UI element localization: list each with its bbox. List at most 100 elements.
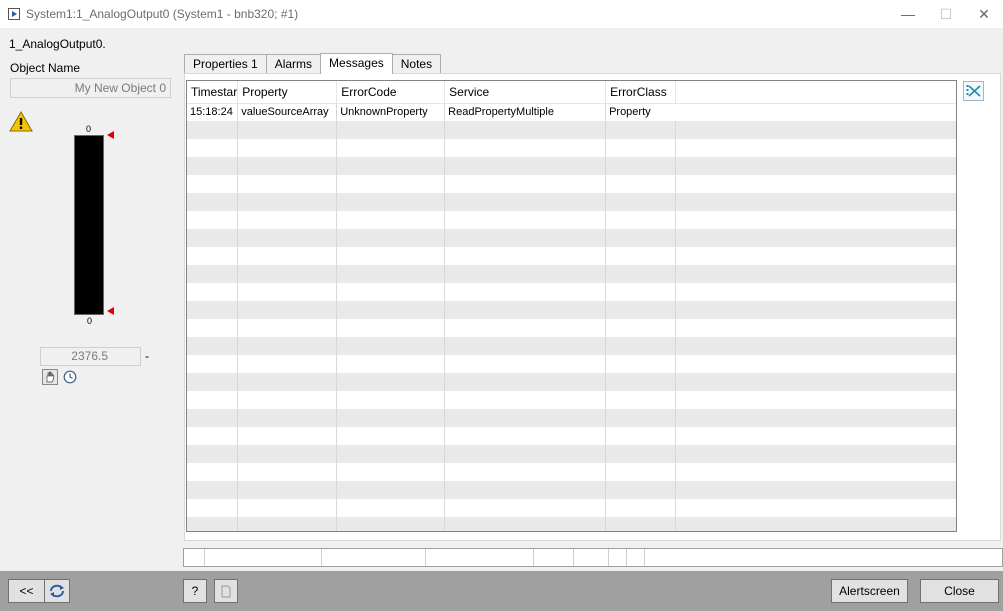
table-row[interactable] bbox=[187, 229, 956, 247]
empty-cell bbox=[187, 445, 239, 463]
table-row[interactable] bbox=[187, 517, 956, 531]
back-button[interactable]: << bbox=[8, 579, 45, 603]
document-button[interactable] bbox=[214, 579, 238, 603]
empty-cell bbox=[675, 121, 956, 139]
manual-override-button[interactable] bbox=[42, 369, 58, 385]
table-row[interactable] bbox=[187, 139, 956, 157]
tab-properties-1[interactable]: Properties 1 bbox=[184, 54, 267, 74]
help-button[interactable]: ? bbox=[183, 579, 207, 603]
column-header-errorcode[interactable]: ErrorCode bbox=[336, 81, 446, 104]
refresh-button[interactable] bbox=[44, 579, 70, 603]
table-row[interactable] bbox=[187, 337, 956, 355]
minimize-button[interactable]: — bbox=[889, 0, 927, 28]
empty-cell bbox=[237, 427, 338, 445]
table-row[interactable] bbox=[187, 301, 956, 319]
cell-service: ReadPropertyMultiple bbox=[444, 103, 607, 121]
empty-cell bbox=[187, 229, 239, 247]
empty-cell bbox=[444, 499, 607, 517]
table-row[interactable] bbox=[187, 355, 956, 373]
messages-grid[interactable]: Timestar Property ErrorCode Service Erro… bbox=[186, 80, 957, 532]
status-cell bbox=[184, 549, 205, 566]
close-button[interactable]: Close bbox=[920, 579, 999, 603]
empty-cell bbox=[675, 301, 956, 319]
empty-cell bbox=[187, 373, 239, 391]
empty-cell bbox=[605, 121, 677, 139]
object-id-label: 1_AnalogOutput0. bbox=[9, 37, 106, 51]
table-row[interactable] bbox=[187, 463, 956, 481]
empty-cell bbox=[187, 265, 239, 283]
empty-cell bbox=[336, 121, 446, 139]
table-row[interactable] bbox=[187, 283, 956, 301]
tab-notes[interactable]: Notes bbox=[391, 54, 442, 74]
status-cell bbox=[426, 549, 534, 566]
empty-cell bbox=[444, 373, 607, 391]
alertscreen-button[interactable]: Alertscreen bbox=[831, 579, 908, 603]
table-row[interactable] bbox=[187, 247, 956, 265]
table-row[interactable] bbox=[187, 427, 956, 445]
empty-cell bbox=[675, 193, 956, 211]
empty-cell bbox=[187, 175, 239, 193]
clear-messages-icon bbox=[966, 85, 981, 97]
empty-cell bbox=[237, 193, 338, 211]
tab-strip: Properties 1 Alarms Messages Notes bbox=[184, 53, 442, 74]
empty-cell bbox=[675, 355, 956, 373]
gauge-high-marker bbox=[107, 131, 114, 139]
empty-cell bbox=[675, 409, 956, 427]
column-header-timestamp[interactable]: Timestar bbox=[187, 81, 239, 104]
empty-cell bbox=[444, 247, 607, 265]
empty-cell bbox=[237, 337, 338, 355]
empty-cell bbox=[605, 301, 677, 319]
empty-cell bbox=[605, 409, 677, 427]
column-header-property[interactable]: Property bbox=[237, 81, 338, 104]
table-row[interactable] bbox=[187, 409, 956, 427]
empty-cell bbox=[187, 409, 239, 427]
cell-property: valueSourceArray bbox=[237, 103, 338, 121]
empty-cell bbox=[444, 139, 607, 157]
table-row[interactable] bbox=[187, 445, 956, 463]
column-header-service[interactable]: Service bbox=[444, 81, 607, 104]
clock-icon[interactable] bbox=[63, 370, 77, 384]
empty-cell bbox=[237, 175, 338, 193]
table-row[interactable] bbox=[187, 373, 956, 391]
empty-cell bbox=[187, 139, 239, 157]
status-cell bbox=[534, 549, 574, 566]
empty-cell bbox=[237, 409, 338, 427]
empty-cell bbox=[675, 337, 956, 355]
empty-cell bbox=[675, 229, 956, 247]
table-row[interactable] bbox=[187, 391, 956, 409]
cell-errorcode: UnknownProperty bbox=[336, 103, 446, 121]
table-row[interactable] bbox=[187, 121, 956, 139]
close-window-button[interactable]: ✕ bbox=[965, 0, 1003, 28]
present-value-field[interactable]: 2376.5 bbox=[40, 347, 141, 366]
empty-cell bbox=[187, 211, 239, 229]
tab-messages[interactable]: Messages bbox=[320, 53, 393, 74]
document-icon bbox=[221, 585, 231, 597]
object-name-field[interactable]: My New Object 0 bbox=[10, 78, 171, 98]
empty-cell bbox=[605, 319, 677, 337]
empty-cell bbox=[237, 247, 338, 265]
title-bar: System1:1_AnalogOutput0 (System1 - bnb32… bbox=[0, 0, 1003, 28]
table-row[interactable] bbox=[187, 499, 956, 517]
empty-cell bbox=[336, 247, 446, 265]
empty-cell bbox=[444, 427, 607, 445]
table-row[interactable] bbox=[187, 175, 956, 193]
table-row[interactable] bbox=[187, 157, 956, 175]
empty-cell bbox=[336, 499, 446, 517]
table-row[interactable] bbox=[187, 193, 956, 211]
table-row[interactable] bbox=[187, 265, 956, 283]
empty-cell bbox=[605, 229, 677, 247]
column-header-errorclass[interactable]: ErrorClass bbox=[605, 81, 677, 104]
empty-cell bbox=[187, 247, 239, 265]
table-row[interactable] bbox=[187, 481, 956, 499]
table-row[interactable] bbox=[187, 211, 956, 229]
empty-cell bbox=[444, 319, 607, 337]
column-header-filler bbox=[675, 81, 956, 104]
clear-messages-button[interactable] bbox=[963, 81, 984, 101]
empty-cell bbox=[444, 211, 607, 229]
table-row[interactable]: 15:18:24 valueSourceArray UnknownPropert… bbox=[187, 103, 956, 121]
table-row[interactable] bbox=[187, 319, 956, 337]
empty-cell bbox=[444, 355, 607, 373]
maximize-button[interactable]: ☐ bbox=[927, 0, 965, 28]
tab-alarms[interactable]: Alarms bbox=[265, 54, 322, 74]
empty-cell bbox=[336, 355, 446, 373]
